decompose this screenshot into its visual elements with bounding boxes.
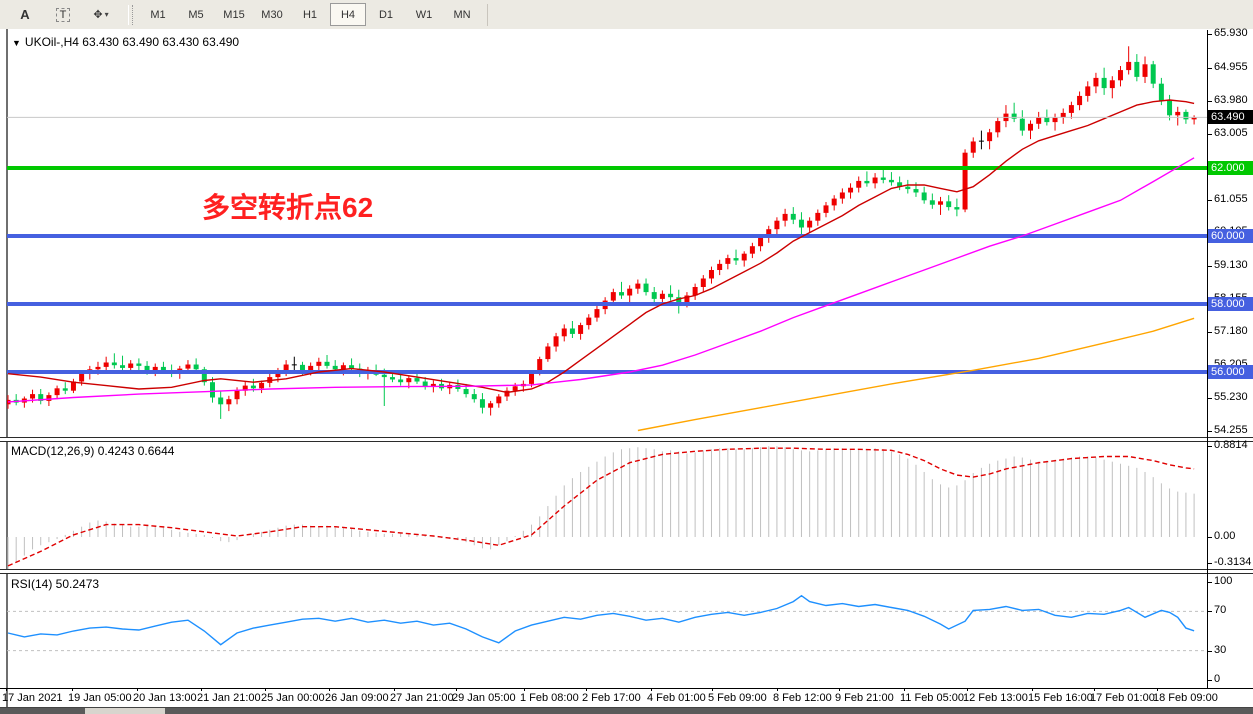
time-label: 20 Jan 13:00 [133,692,197,704]
time-label: 1 Feb 08:00 [520,692,579,704]
tick-mark [1208,200,1212,201]
time-label: 12 Feb 13:00 [963,692,1028,704]
panel-splitter-macd[interactable] [0,437,1253,442]
price-tick-label: 54.255 [1214,424,1248,436]
time-label: 9 Feb 21:00 [835,692,894,704]
time-tick-mark [1157,688,1158,691]
time-tick-mark [586,688,587,691]
ohlc-values: 63.430 63.490 63.430 63.490 [82,35,239,49]
time-label: 21 Jan 21:00 [197,692,261,704]
tick-mark [1208,680,1212,681]
time-label: 17 Feb 01:00 [1090,692,1155,704]
time-tick-mark [137,688,138,691]
time-tick-mark [1032,688,1033,691]
tick-mark [1208,34,1212,35]
time-label: 4 Feb 01:00 [647,692,706,704]
chart-plot-area[interactable] [0,0,1253,714]
time-tick-mark [6,688,7,691]
tick-mark [1208,134,1212,135]
price-badge-58.000: 58.000 [1208,297,1253,311]
panel-splitter-rsi[interactable] [0,569,1253,574]
tick-mark [1208,537,1212,538]
price-badge-56.000: 56.000 [1208,365,1253,379]
price-badge-60.000: 60.000 [1208,229,1253,243]
time-label: 11 Feb 05:00 [900,692,964,704]
price-tick-label: 63.005 [1214,127,1248,139]
macd-tick-label: 0.8814 [1214,439,1248,451]
price-axis-line [1207,30,1208,688]
symbol-period-label: UKOil-,H4 [25,35,79,49]
price-tick-label: 57.180 [1214,325,1248,337]
scrollbar-track [85,708,165,714]
tick-mark [1208,101,1212,102]
time-axis-line [0,688,1253,689]
rsi-tick-label: 70 [1214,604,1226,616]
tick-mark [1208,446,1212,447]
time-tick-mark [1094,688,1095,691]
time-label: 26 Jan 09:00 [325,692,389,704]
tick-mark [1208,651,1212,652]
tick-mark [1208,431,1212,432]
time-label: 18 Feb 09:00 [1153,692,1218,704]
tick-mark [1208,582,1212,583]
time-tick-mark [456,688,457,691]
mt4-window: A T ✥ ▾ M1M5M15M30H1H4D1W1MN ▼UKOil-,H4 … [0,0,1253,714]
time-tick-mark [712,688,713,691]
time-tick-mark [777,688,778,691]
tick-mark [1208,266,1212,267]
rsi-tick-label: 30 [1214,644,1226,656]
time-label: 8 Feb 12:00 [773,692,832,704]
price-badge-63.490: 63.490 [1208,110,1253,124]
rsi-panel [7,596,1207,651]
rsi-tick-label: 0 [1214,673,1220,685]
time-tick-mark [524,688,525,691]
rsi-tick-label: 100 [1214,575,1232,587]
price-tick-label: 59.130 [1214,259,1248,271]
ma-fast [8,100,1194,392]
price-tick-label: 64.955 [1214,61,1248,73]
time-tick-mark [201,688,202,691]
time-tick-mark [265,688,266,691]
time-label: 25 Jan 00:00 [261,692,325,704]
annotation-text[interactable]: 多空转折点62 [202,186,373,226]
time-label: 2 Feb 17:00 [582,692,641,704]
time-label: 15 Feb 16:00 [1028,692,1093,704]
time-tick-mark [839,688,840,691]
tick-mark [1208,332,1212,333]
macd-panel [8,446,1194,569]
tick-mark [1208,611,1212,612]
time-tick-mark [904,688,905,691]
tick-mark [1208,563,1212,564]
time-label: 17 Jan 2021 [2,692,63,704]
tick-mark [1208,398,1212,399]
macd-tick-label: -0.3134 [1214,556,1251,568]
time-tick-mark [72,688,73,691]
macd-tick-label: 0.00 [1214,530,1235,542]
price-badge-62.000: 62.000 [1208,161,1253,175]
price-tick-label: 63.980 [1214,94,1248,106]
horizontal-scrollbar[interactable] [0,708,1253,714]
collapse-triangle-icon[interactable]: ▼ [12,38,21,48]
time-tick-mark [394,688,395,691]
price-tick-label: 65.930 [1214,27,1248,39]
price-tick-label: 55.230 [1214,391,1248,403]
macd-indicator-label: MACD(12,26,9) 0.4243 0.6644 [11,444,174,458]
chart-title: ▼ UKOil-,H4 63.430 63.490 63.430 63.490 [12,35,239,49]
time-label: 29 Jan 05:00 [452,692,516,704]
tick-mark [1208,68,1212,69]
time-label: 5 Feb 09:00 [708,692,767,704]
price-panel [6,46,1208,430]
ma-slow [638,318,1194,430]
rsi-indicator-label: RSI(14) 50.2473 [11,577,99,591]
time-tick-mark [967,688,968,691]
time-tick-mark [651,688,652,691]
time-label: 27 Jan 21:00 [390,692,454,704]
price-tick-label: 61.055 [1214,193,1248,205]
time-label: 19 Jan 05:00 [68,692,132,704]
time-tick-mark [329,688,330,691]
